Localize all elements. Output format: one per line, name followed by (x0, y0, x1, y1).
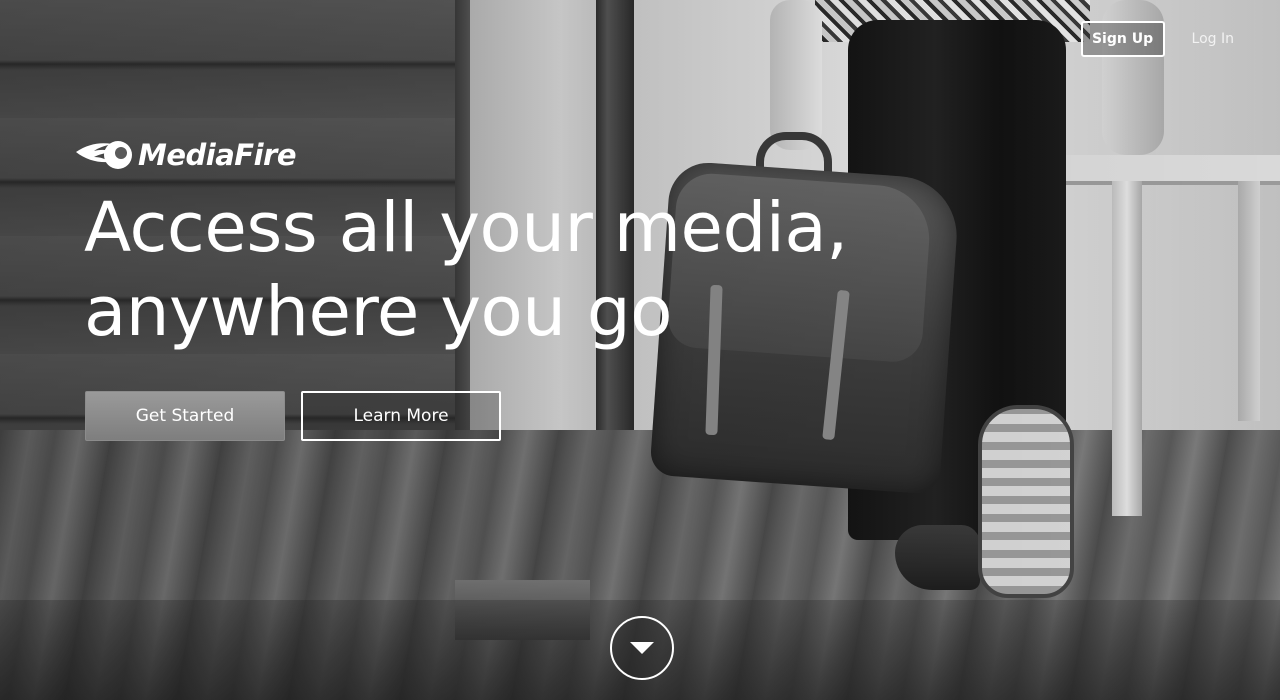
cta-buttons: Get Started Learn More (85, 391, 501, 441)
top-nav: Sign Up Log In (1080, 21, 1240, 57)
logo-text: MediaFire (138, 138, 297, 172)
scroll-down-button[interactable] (610, 616, 674, 680)
hero-headline-line1: Access all your media, (84, 188, 848, 268)
chevron-down-icon (630, 642, 654, 654)
log-in-link[interactable]: Log In (1192, 31, 1240, 47)
get-started-button[interactable]: Get Started (85, 391, 285, 441)
learn-more-button[interactable]: Learn More (301, 391, 501, 441)
hero-headline-line2: anywhere you go (84, 272, 672, 352)
mediafire-logo[interactable]: MediaFire (74, 138, 297, 172)
sign-up-button[interactable]: Sign Up (1080, 21, 1165, 57)
hero-section: Sign Up Log In MediaFire Access all your… (0, 0, 1280, 700)
mediafire-flame-icon (76, 141, 132, 169)
hero-headline: Access all your media, anywhere you go (84, 186, 848, 354)
